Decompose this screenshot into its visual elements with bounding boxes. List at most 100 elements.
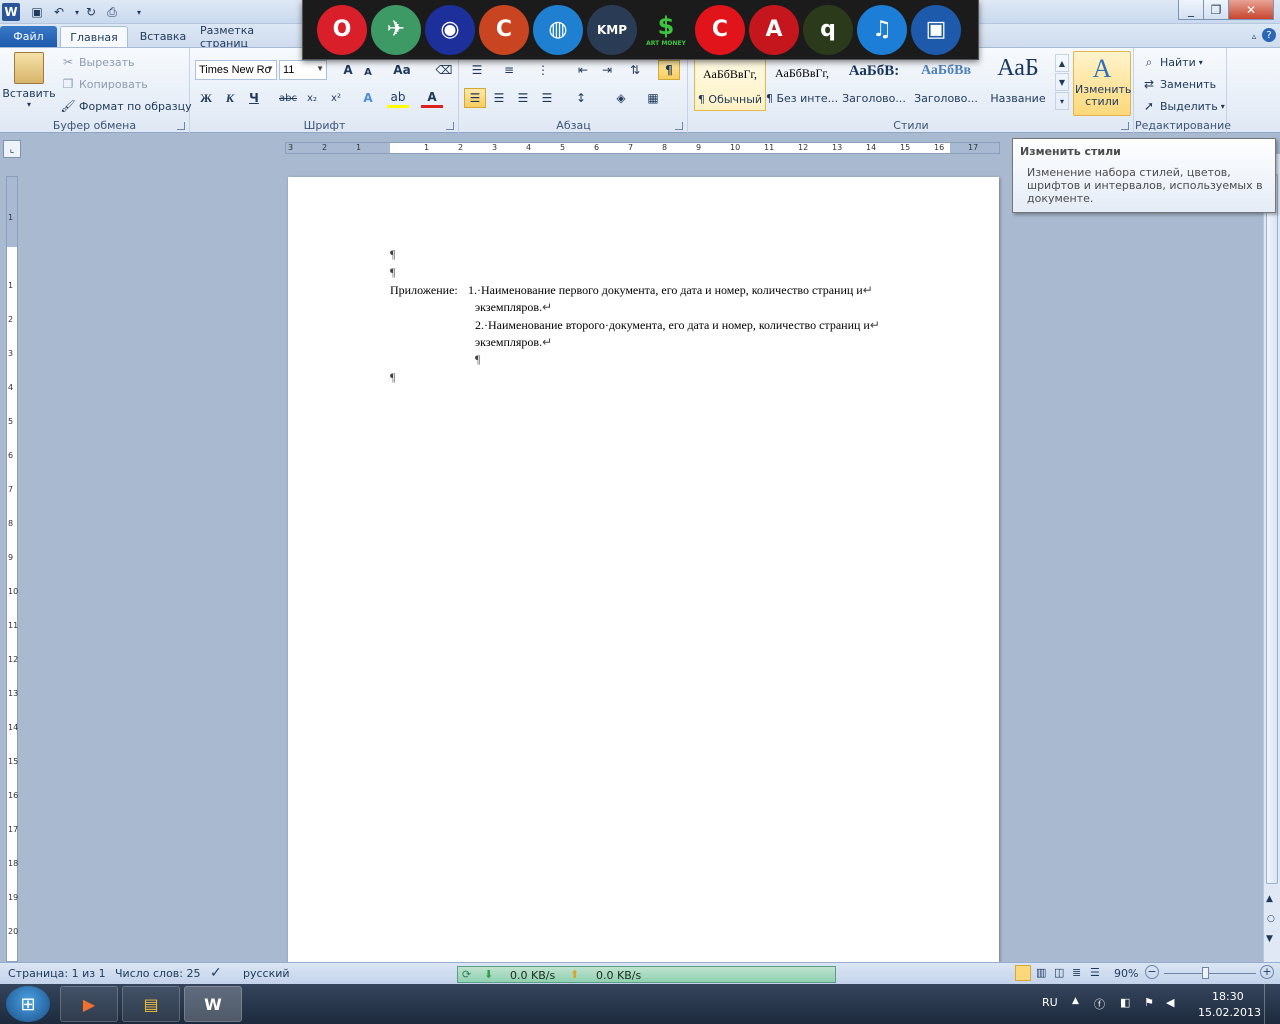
font-family-combo[interactable]: Times New Ro ▼ <box>195 60 277 80</box>
appendix-item-1-line-2[interactable]: экземпляров.↵ <box>475 300 552 315</box>
strikethrough-button[interactable]: abc <box>277 88 299 108</box>
style-tile-normal[interactable]: АаБбВвГг, ¶ Обычный <box>694 53 766 111</box>
font-color-icon[interactable]: A <box>421 88 443 108</box>
tab-home[interactable]: Главная <box>60 26 128 47</box>
refresh-icon[interactable]: ⟳ <box>462 968 471 981</box>
style-tile-heading-2[interactable]: АаБбВв Заголово... <box>910 53 982 111</box>
change-case-button[interactable]: Aa <box>391 60 413 80</box>
flash-tray-icon[interactable]: ⓕ <box>1094 996 1105 1012</box>
zoom-out-button[interactable]: − <box>1145 965 1159 979</box>
select-browse-object-icon[interactable]: ○ <box>1267 914 1275 924</box>
align-right-icon[interactable]: ☰ <box>512 88 534 108</box>
change-styles-button[interactable]: A Изменить стили <box>1073 51 1131 116</box>
copy-button[interactable]: ❐ Копировать <box>60 76 148 92</box>
undo-icon[interactable]: ↶ <box>50 3 68 21</box>
document-page[interactable]: ¶ ¶ Приложение: 1.·Наименование первого … <box>288 177 999 962</box>
artmoney-icon[interactable]: $ ART MONEY <box>641 4 691 55</box>
globe-icon[interactable]: ◍ <box>533 4 583 55</box>
align-center-icon[interactable]: ☰ <box>488 88 510 108</box>
grow-font-button[interactable]: A <box>337 60 359 80</box>
ribbon-minimize-icon[interactable]: ▵ <box>1245 28 1263 46</box>
decrease-indent-icon[interactable]: ⇤ <box>572 60 594 80</box>
styles-scroll-up-icon[interactable]: ▲ <box>1055 54 1069 72</box>
bullets-icon[interactable]: ☰ <box>466 60 488 80</box>
line-spacing-icon[interactable]: ↕ <box>570 88 592 108</box>
appendix-item-2-line-1[interactable]: 2.·Наименование второго·документа, его д… <box>475 318 880 333</box>
save-icon[interactable]: ▣ <box>28 3 46 21</box>
clear-formatting-icon[interactable]: ⌫ <box>433 60 455 80</box>
word-count[interactable]: Число слов: 25 <box>115 967 201 980</box>
sort-icon[interactable]: ⇅ <box>624 60 646 80</box>
redo-icon[interactable]: ↻ <box>82 3 100 21</box>
zoom-slider-track[interactable] <box>1164 967 1256 979</box>
kmplayer-icon[interactable]: KMP <box>587 4 637 55</box>
bold-button[interactable]: Ж <box>195 88 217 108</box>
ccleaner-icon[interactable]: C <box>479 4 529 55</box>
full-screen-reading-icon[interactable]: ▥ <box>1036 966 1046 979</box>
zoom-slider-thumb[interactable] <box>1202 967 1210 979</box>
outline-view-icon[interactable]: ≣ <box>1072 966 1081 979</box>
select-button[interactable]: ➚ Выделить ▾ <box>1141 98 1225 114</box>
language-bar[interactable]: RU <box>1042 996 1058 1009</box>
font-size-combo[interactable]: 11 ▼ <box>279 60 327 80</box>
clipboard-launcher-icon[interactable] <box>177 122 185 130</box>
subscript-button[interactable]: x₂ <box>301 88 323 108</box>
tab-file[interactable]: Файл <box>0 26 57 47</box>
empty-paragraph[interactable]: ¶ <box>390 265 395 280</box>
styles-more-icon[interactable]: ▾ <box>1055 92 1069 110</box>
show-desktop-button[interactable] <box>1264 984 1280 1024</box>
minimize-button[interactable]: _ <box>1178 0 1204 20</box>
word-logo-icon[interactable]: W <box>2 3 20 21</box>
cut-button[interactable]: ✂ Вырезать <box>60 54 135 70</box>
previous-page-icon[interactable]: ▲ <box>1266 894 1273 904</box>
customize-qat-icon[interactable]: ▾ <box>130 3 148 21</box>
tab-selector-icon[interactable]: ⌞ <box>3 140 21 158</box>
word-taskbar-icon[interactable]: W <box>184 986 242 1022</box>
explorer-taskbar-icon[interactable]: ▤ <box>122 986 180 1022</box>
shrink-font-button[interactable]: A <box>357 62 379 82</box>
empty-paragraph[interactable]: ¶ <box>390 247 395 262</box>
paste-button[interactable]: Вставить ▾ <box>2 52 56 114</box>
show-formatting-marks-button[interactable]: ¶ <box>658 60 680 80</box>
styles-launcher-icon[interactable] <box>1121 122 1129 130</box>
find-button[interactable]: ⌕ Найти ▾ <box>1141 54 1203 70</box>
clock-time[interactable]: 18:30 <box>1212 990 1244 1003</box>
appendix-label[interactable]: Приложение: <box>390 283 458 298</box>
media-disc-icon[interactable]: ◉ <box>425 4 475 55</box>
print-layout-view-icon[interactable] <box>1015 965 1031 981</box>
format-painter-button[interactable]: 🖌 Формат по образцу <box>60 98 191 114</box>
print-preview-icon[interactable]: ⎙ <box>103 3 121 21</box>
red-c-icon[interactable]: C <box>695 4 745 55</box>
pdf-icon[interactable]: A <box>749 4 799 55</box>
maximize-button[interactable]: ❐ <box>1203 0 1229 20</box>
superscript-button[interactable]: x² <box>325 88 347 108</box>
desktop-icon[interactable]: ▣ <box>911 4 961 55</box>
flag-tray-icon[interactable]: ⚑ <box>1144 996 1154 1009</box>
bird-icon[interactable]: ✈ <box>371 4 421 55</box>
network-tray-icon[interactable]: ◧ <box>1120 996 1130 1009</box>
italic-button[interactable]: К <box>219 88 241 108</box>
next-page-icon[interactable]: ▼ <box>1266 934 1273 944</box>
appendix-item-1-line-1[interactable]: 1.·Наименование первого документа, его д… <box>468 283 873 298</box>
clock-date[interactable]: 15.02.2013 <box>1198 1006 1261 1019</box>
vertical-scrollbar[interactable]: ▲ ○ ▼ <box>1263 154 1280 962</box>
spelling-check-icon[interactable]: ✓ <box>210 965 222 981</box>
text-effects-icon[interactable]: A <box>357 88 379 108</box>
show-hidden-icons-icon[interactable]: ▲ <box>1072 996 1079 1006</box>
numbering-icon[interactable]: ≡ <box>498 60 520 80</box>
tab-insert[interactable]: Вставка <box>132 26 194 47</box>
media-player-taskbar-icon[interactable]: ▶ <box>60 986 118 1022</box>
multilevel-list-icon[interactable]: ⋮ <box>532 60 554 80</box>
align-left-icon[interactable]: ☰ <box>464 88 486 108</box>
empty-paragraph[interactable]: ¶ <box>475 352 480 367</box>
vertical-ruler[interactable]: 1123456789101112131415161718192021 <box>6 176 18 970</box>
zoom-in-button[interactable]: + <box>1260 965 1274 979</box>
shading-icon[interactable]: ◈ <box>610 88 632 108</box>
web-layout-icon[interactable]: ◫ <box>1054 966 1064 979</box>
style-tile-title[interactable]: АаБ Название <box>982 53 1054 111</box>
close-button[interactable]: ✕ <box>1228 0 1274 20</box>
style-tile-no-spacing[interactable]: АаБбВвГг, ¶ Без инте... <box>766 53 838 111</box>
replace-button[interactable]: ⇄ Заменить <box>1141 76 1216 92</box>
paragraph-launcher-icon[interactable] <box>675 122 683 130</box>
highlight-icon[interactable]: ab <box>387 88 409 108</box>
